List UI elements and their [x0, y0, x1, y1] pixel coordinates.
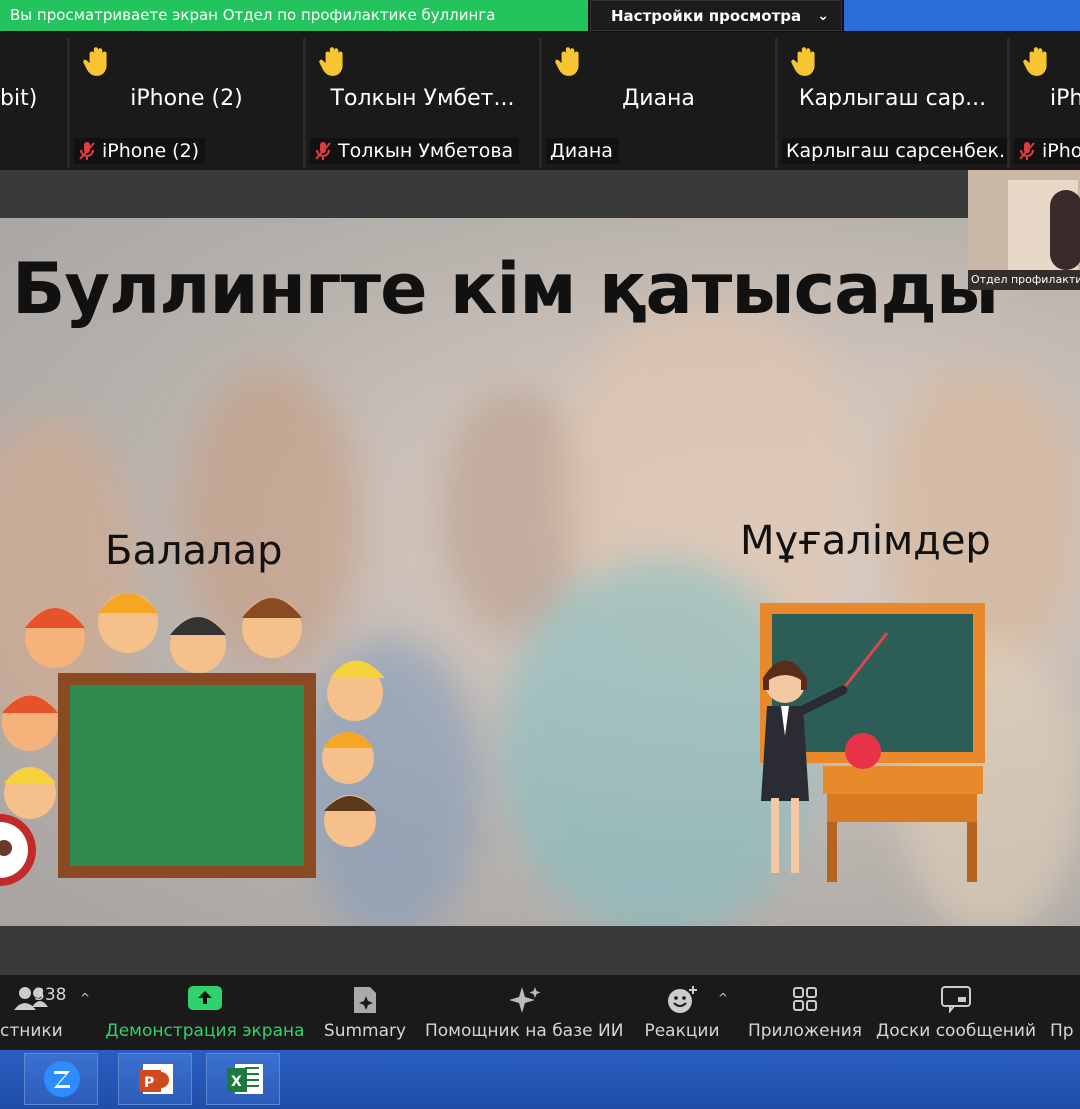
participant-name: Толкын Умбет... [330, 86, 515, 111]
participant-tile[interactable]: iPhone (2) iPhone (2) [70, 38, 306, 168]
viewing-screen-banner: Вы просматриваете экран Отдел по профила… [0, 0, 588, 31]
meeting-toolbar: 338 ^ стники Демонстрация экрана Summary… [0, 975, 1080, 1050]
message-boards-label: Доски сообщений [875, 1021, 1037, 1041]
message-boards-button[interactable]: Доски сообщений [875, 975, 1037, 1050]
sparkle-icon [509, 987, 541, 1013]
participant-name: iPhone (2) [130, 86, 243, 111]
share-screen-icon [188, 986, 222, 1010]
view-options-button[interactable]: Настройки просмотра ⌄ [590, 0, 842, 31]
participant-caption: Толкын Умбетова [310, 138, 520, 164]
participant-caption: Карлыгаш сарсенбек... [782, 138, 1010, 164]
summary-label: Summary [323, 1021, 407, 1041]
summary-button[interactable]: Summary [315, 975, 415, 1050]
participant-name: Карлыгаш сар... [798, 86, 987, 111]
presentation-slide: Буллингте кім қатысады Балалар Мұғалімде… [0, 218, 1080, 926]
participant-name: iPh [1050, 86, 1080, 111]
participant-caption-text: Толкын Умбетова [338, 140, 514, 162]
more-button[interactable]: Пр [1050, 975, 1080, 1050]
chevron-down-icon: ⌄ [817, 8, 829, 24]
muted-mic-icon [79, 142, 95, 160]
slide-title: Буллингте кім қатысады [12, 248, 999, 330]
participant-name: bit) [0, 86, 38, 111]
powerpoint-app-icon: P [139, 1064, 173, 1094]
apple-icon [845, 733, 881, 769]
caret-up-icon[interactable]: ^ [718, 991, 728, 1005]
ai-companion-label: Помощник на базе ИИ [425, 1021, 624, 1041]
participant-caption-text: Диана [550, 140, 613, 162]
desk-top [823, 766, 983, 794]
person-silhouette [1050, 190, 1080, 270]
apps-icon [793, 987, 817, 1011]
message-board-icon [941, 986, 971, 1013]
zoom-app-icon [44, 1061, 80, 1097]
apps-label: Приложения [747, 1021, 863, 1041]
participant-caption: Диана [546, 138, 619, 164]
chalkboard [70, 685, 304, 866]
participant-caption-text: iPhone (2) [102, 140, 200, 162]
children-label: Балалар [105, 528, 283, 574]
summary-icon [354, 987, 376, 1013]
view-options-label: Настройки просмотра [611, 7, 802, 25]
participants-label: стники [0, 1021, 63, 1041]
taskbar-excel-app[interactable]: X [206, 1053, 280, 1105]
participant-tile[interactable]: iPh iPho [1010, 38, 1080, 168]
raised-hand-icon [319, 47, 343, 76]
participant-tile[interactable]: bit) [0, 38, 70, 168]
participant-name: Диана [622, 86, 695, 111]
self-video-tile[interactable]: Отдел профилактики [968, 170, 1080, 290]
ai-companion-button[interactable]: Помощник на базе ИИ [425, 975, 623, 1050]
reactions-label: Реакции [644, 1021, 720, 1041]
participant-caption-text: iPho [1042, 140, 1080, 162]
participant-tile[interactable]: Карлыгаш сар... Карлыгаш сарсенбек... [778, 38, 1010, 168]
share-status-bar: Вы просматриваете экран Отдел по профила… [0, 0, 1080, 32]
participant-caption: iPhone (2) [74, 138, 206, 164]
taskbar-zoom-app[interactable] [24, 1053, 98, 1105]
more-label: Пр [1050, 1021, 1074, 1041]
excel-app-icon: X [227, 1064, 263, 1094]
raised-hand-icon [555, 47, 579, 76]
participant-caption-text: Карлыгаш сарсенбек... [786, 140, 1010, 162]
raised-hand-icon [1023, 47, 1047, 76]
participant-caption: iPho [1014, 138, 1080, 164]
os-taskbar: P X [0, 1050, 1080, 1109]
muted-mic-icon [1019, 142, 1035, 160]
taskbar-powerpoint-app[interactable]: P [118, 1053, 192, 1105]
teachers-label: Мұғалімдер [740, 518, 991, 564]
logo-badge-icon [0, 814, 36, 886]
raised-hand-icon [83, 47, 107, 76]
apps-button[interactable]: Приложения [745, 975, 865, 1050]
share-screen-label: Демонстрация экрана [105, 1021, 305, 1041]
reactions-button[interactable]: ^ Реакции [632, 975, 732, 1050]
share-screen-button[interactable]: Демонстрация экрана [105, 975, 305, 1050]
participant-tile[interactable]: Толкын Умбет... Толкын Умбетова [306, 38, 542, 168]
children-chalkboard-illustration [2, 593, 385, 878]
svg-text:X: X [231, 1074, 242, 1090]
muted-mic-icon [315, 142, 331, 160]
raised-hand-icon [791, 47, 815, 76]
participants-count: 338 [34, 985, 67, 1005]
svg-text:P: P [144, 1075, 154, 1091]
participant-tile[interactable]: Диана Диана [542, 38, 778, 168]
caret-up-icon[interactable]: ^ [80, 991, 90, 1005]
teacher-board-illustration [760, 603, 985, 882]
self-video-caption: Отдел профилактики [968, 270, 1080, 290]
window-titlebar [844, 0, 1080, 31]
participants-button[interactable]: 338 ^ стники [0, 975, 95, 1050]
reaction-emoji-icon [668, 986, 697, 1013]
